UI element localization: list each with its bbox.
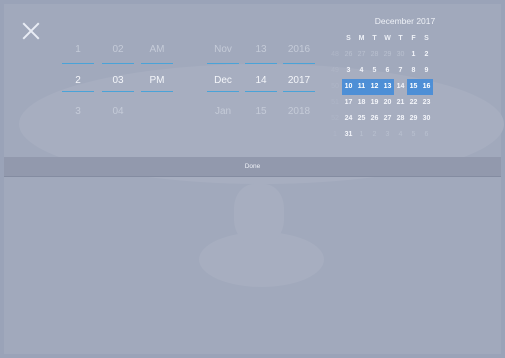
calendar-day[interactable]: 16: [420, 79, 433, 95]
calendar-day[interactable]: 26: [368, 111, 381, 127]
done-button[interactable]: Done: [4, 157, 501, 177]
calendar-day[interactable]: 9: [420, 63, 433, 79]
month-top-underline: [207, 63, 239, 64]
week-number: 1: [333, 131, 337, 138]
hour-top-underline: [62, 63, 94, 64]
calendar-day[interactable]: 19: [368, 95, 381, 111]
month-column[interactable]: Nov Dec Jan: [207, 34, 239, 127]
calendar-week-row: 49 3 4 5 6 7 8 9: [328, 63, 433, 79]
day-bottom-underline: [245, 91, 277, 92]
year-bottom-underline: [283, 91, 315, 92]
calendar-week-row: 1 31 1 2 3 4 5 6: [328, 127, 433, 143]
day-top-underline: [245, 63, 277, 64]
minute-column[interactable]: 02 03 04: [102, 34, 134, 127]
calendar-day[interactable]: 2: [420, 47, 433, 63]
week-number: 51: [331, 99, 339, 106]
calendar-day[interactable]: 6: [420, 127, 433, 143]
hour-column[interactable]: 1 2 3: [62, 34, 94, 127]
calendar-day[interactable]: 1: [355, 127, 368, 143]
weekday-label: S: [346, 35, 351, 42]
background-shape: [234, 184, 284, 244]
calendar-day[interactable]: 5: [407, 127, 420, 143]
calendar-week-row: 50 10 11 12 13 14 15 16: [328, 79, 433, 95]
calendar-weekday-header: S M T W T F S: [328, 31, 433, 47]
year-top-underline: [283, 63, 315, 64]
calendar-day[interactable]: 22: [407, 95, 420, 111]
minute-top-underline: [102, 63, 134, 64]
calendar-day[interactable]: 26: [342, 47, 355, 63]
calendar-day[interactable]: 30: [420, 111, 433, 127]
calendar-day[interactable]: 8: [407, 63, 420, 79]
calendar-day[interactable]: 31: [342, 127, 355, 143]
calendar-grid: S M T W T F S 48 26 27 28 29 30 1 2 49 3…: [328, 31, 433, 143]
week-number: 48: [331, 51, 339, 58]
weekday-label: M: [358, 35, 365, 42]
calendar-day[interactable]: 25: [355, 111, 368, 127]
hour-bottom-underline: [62, 91, 94, 92]
calendar-month-title: December 2017: [374, 16, 436, 26]
calendar-day[interactable]: 12: [368, 79, 381, 95]
weekday-label: T: [372, 35, 377, 42]
minute-next[interactable]: 04: [102, 96, 134, 127]
calendar-week-row: 51 17 18 19 20 21 22 23: [328, 95, 433, 111]
calendar-day[interactable]: 13: [381, 79, 394, 95]
calendar-day[interactable]: 6: [381, 63, 394, 79]
calendar-day[interactable]: 30: [394, 47, 407, 63]
calendar-day[interactable]: 3: [381, 127, 394, 143]
calendar-week-row: 52 24 25 26 27 28 29 30: [328, 111, 433, 127]
calendar-day[interactable]: 28: [394, 111, 407, 127]
calendar-day[interactable]: 17: [342, 95, 355, 111]
weekday-label: T: [398, 35, 403, 42]
weekday-label: F: [411, 35, 416, 42]
calendar-day[interactable]: 23: [420, 95, 433, 111]
hour-prev[interactable]: 1: [62, 34, 94, 65]
day-prev[interactable]: 13: [245, 34, 277, 65]
calendar-day[interactable]: 15: [407, 79, 420, 95]
calendar-day[interactable]: 29: [381, 47, 394, 63]
calendar-day[interactable]: 18: [355, 95, 368, 111]
week-number: 49: [331, 67, 339, 74]
calendar-day[interactable]: 7: [394, 63, 407, 79]
year-next[interactable]: 2018: [283, 96, 315, 127]
calendar-day[interactable]: 4: [394, 127, 407, 143]
calendar-day[interactable]: 2: [368, 127, 381, 143]
month-prev[interactable]: Nov: [207, 34, 239, 65]
month-next[interactable]: Jan: [207, 96, 239, 127]
weekday-label: W: [384, 35, 391, 42]
day-next[interactable]: 15: [245, 96, 277, 127]
calendar-day-selected[interactable]: 14: [394, 79, 407, 95]
hour-next[interactable]: 3: [62, 96, 94, 127]
ampm-top-underline: [141, 63, 173, 64]
calendar-day[interactable]: 5: [368, 63, 381, 79]
ampm-prev[interactable]: AM: [141, 34, 173, 65]
calendar-day[interactable]: 24: [342, 111, 355, 127]
calendar-day[interactable]: 27: [381, 111, 394, 127]
calendar-day[interactable]: 1: [407, 47, 420, 63]
calendar-week-row: 48 26 27 28 29 30 1 2: [328, 47, 433, 63]
week-number: 52: [331, 115, 339, 122]
calendar-day[interactable]: 10: [342, 79, 355, 95]
calendar-day[interactable]: 27: [355, 47, 368, 63]
calendar-day[interactable]: 11: [355, 79, 368, 95]
week-number: 50: [331, 83, 339, 90]
minute-bottom-underline: [102, 91, 134, 92]
weekday-label: S: [424, 35, 429, 42]
ampm-bottom-underline: [141, 91, 173, 92]
calendar-day[interactable]: 21: [394, 95, 407, 111]
calendar-day[interactable]: 4: [355, 63, 368, 79]
year-column[interactable]: 2016 2017 2018: [283, 34, 315, 127]
month-bottom-underline: [207, 91, 239, 92]
date-time-picker-screen: 1 2 3 02 03 04 AM PM Nov Dec Jan 13 14 1…: [0, 0, 505, 358]
close-icon[interactable]: [22, 22, 40, 40]
calendar-day[interactable]: 3: [342, 63, 355, 79]
day-column[interactable]: 13 14 15: [245, 34, 277, 127]
minute-prev[interactable]: 02: [102, 34, 134, 65]
ampm-column[interactable]: AM PM: [141, 34, 173, 127]
calendar-day[interactable]: 29: [407, 111, 420, 127]
calendar-day[interactable]: 20: [381, 95, 394, 111]
calendar-day[interactable]: 28: [368, 47, 381, 63]
year-prev[interactable]: 2016: [283, 34, 315, 65]
